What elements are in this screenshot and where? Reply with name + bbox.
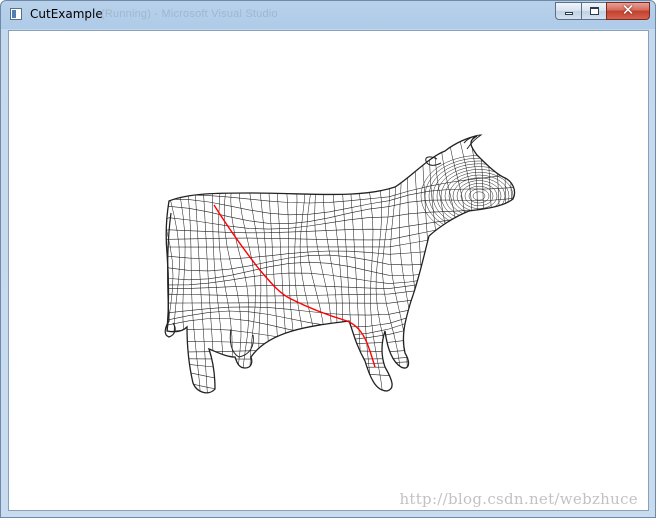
- cow-outline: [165, 135, 516, 394]
- background-window-title: (Running) - Microsoft Visual Studio: [101, 8, 278, 20]
- mesh-line: [452, 195, 506, 215]
- mesh-line: [421, 136, 438, 393]
- mesh-line: [495, 136, 512, 393]
- mesh-line: [166, 136, 188, 393]
- mesh-line: [290, 136, 309, 393]
- mesh-line: [339, 136, 357, 393]
- mesh-line: [460, 183, 498, 197]
- mesh-line: [440, 136, 468, 393]
- mesh-line: [273, 136, 291, 393]
- mesh-line: [510, 136, 515, 393]
- close-icon: ✕: [621, 1, 635, 19]
- mesh-line: [314, 136, 332, 393]
- mesh-line: [504, 136, 515, 393]
- mesh-line: [166, 277, 515, 297]
- mesh-line: [166, 205, 515, 234]
- mesh-line: [166, 348, 515, 360]
- mesh-line: [166, 322, 515, 342]
- mesh-line: [218, 136, 233, 393]
- mesh-line: [166, 338, 515, 353]
- mesh-line: [459, 136, 484, 393]
- mesh-line: [166, 241, 515, 281]
- mesh-line: [428, 195, 515, 232]
- mesh-line: [460, 195, 498, 209]
- mesh-line: [166, 361, 515, 372]
- mesh-line: [413, 136, 430, 393]
- mesh-line: [381, 136, 402, 393]
- window-title: CutExample: [30, 7, 103, 21]
- mesh-line: [265, 136, 283, 393]
- mesh-line: [487, 136, 504, 393]
- window-controls: ✕: [555, 1, 650, 20]
- close-button[interactable]: ✕: [606, 1, 650, 20]
- mesh-line: [347, 136, 365, 393]
- mesh-line: [171, 136, 196, 393]
- title-bar[interactable]: CutExample (Running) - Microsoft Visual …: [1, 1, 655, 29]
- mesh-line: [323, 136, 338, 393]
- mesh-line: [256, 136, 275, 393]
- mesh-line: [399, 136, 413, 393]
- mesh-line: [182, 136, 202, 393]
- mesh-canvas[interactable]: [9, 31, 649, 511]
- maximize-icon: [590, 7, 599, 15]
- minimize-button[interactable]: [555, 2, 581, 20]
- mesh-line: [369, 136, 394, 393]
- render-viewport[interactable]: http://blog.csdn.net/webzhuce: [8, 30, 649, 511]
- mesh-line: [299, 136, 318, 393]
- mesh-line: [166, 222, 515, 248]
- mesh-line: [470, 136, 489, 393]
- mesh-line: [166, 285, 515, 304]
- wireframe-cow: [164, 134, 516, 394]
- mesh-line: [468, 188, 490, 197]
- app-icon[interactable]: [10, 8, 22, 20]
- app-window: CutExample (Running) - Microsoft Visual …: [0, 0, 656, 518]
- maximize-button[interactable]: [581, 2, 606, 20]
- mesh-line: [209, 136, 225, 393]
- mesh-line: [166, 331, 515, 345]
- mesh-line: [456, 180, 502, 197]
- mesh-line: [223, 136, 242, 393]
- mesh-line: [444, 171, 514, 197]
- mesh-line: [448, 136, 477, 393]
- mesh-line: [468, 195, 490, 204]
- watermark-text: http://blog.csdn.net/webzhuce: [399, 490, 638, 508]
- mesh-line: [390, 136, 408, 393]
- mesh-line: [166, 136, 177, 393]
- mesh-line: [281, 136, 300, 393]
- mesh-line: [331, 136, 348, 393]
- mesh-line: [428, 136, 447, 393]
- mesh-line: [166, 171, 515, 204]
- mesh-grid: [166, 136, 515, 393]
- mesh-line: [238, 136, 256, 393]
- mesh-line: [166, 300, 515, 328]
- minimize-icon: [565, 12, 573, 15]
- mesh-line: [166, 229, 515, 260]
- mesh-line: [230, 136, 250, 393]
